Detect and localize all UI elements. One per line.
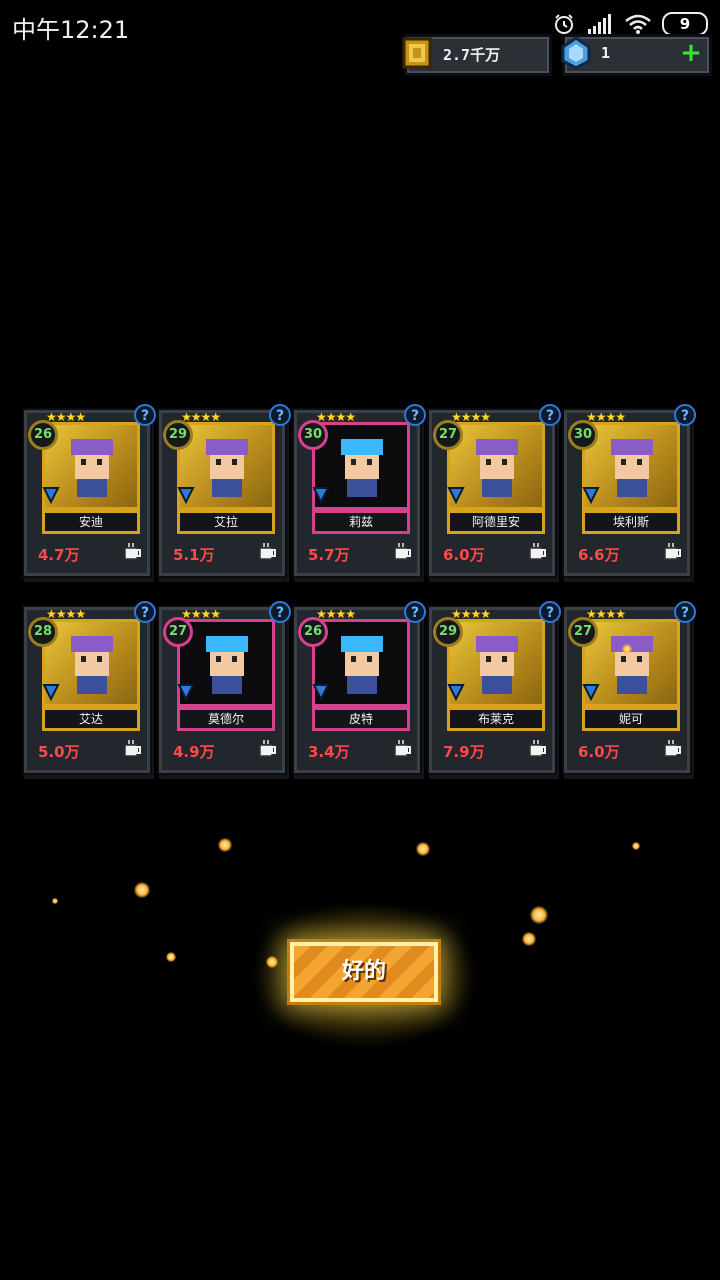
element-icon [42,684,60,701]
ember-particle [134,882,150,898]
battery-indicator: 9 [662,12,708,36]
ok-button[interactable]: 好的 [290,942,438,1002]
hero-name: 布莱克 [447,707,545,731]
hero-name: 阿德里安 [447,510,545,534]
question-mark-icon[interactable]: ? [539,404,561,426]
hero-level-badge: 29 [163,420,193,450]
hero-card[interactable]: ★★★★ 27? 妮可 6.0万 [562,601,696,775]
element-icon [447,684,465,701]
coffee-cup-icon [124,543,141,560]
coffee-cup-icon [394,740,411,757]
add-gems-button[interactable]: + [679,40,703,66]
hero-level-badge: 30 [568,420,598,450]
coffee-cup-icon [664,543,681,560]
coffee-cup-icon [529,740,546,757]
element-icon [582,684,600,701]
element-icon [177,487,195,504]
hero-name: 莫德尔 [177,707,275,731]
hero-card[interactable]: ★★★★ 30? 莉兹 5.7万 [292,404,426,578]
coffee-cup-icon [259,543,276,560]
ember-particle [530,906,548,924]
alarm-icon [555,14,573,34]
question-mark-icon[interactable]: ? [269,601,291,623]
hero-level-badge: 27 [568,617,598,647]
hero-level-badge: 28 [28,617,58,647]
hero-level-badge: 29 [433,617,463,647]
ember-particle [632,842,640,850]
ember-particle [166,952,176,962]
hero-name: 皮特 [312,707,410,731]
gem-icon [561,36,591,70]
element-icon [312,684,330,701]
ember-particle [416,842,430,856]
gold-amount: 2.7千万 [443,46,501,64]
hero-card[interactable]: ★★★★ 29? 艾拉 5.1万 [157,404,291,578]
coffee-cup-icon [394,543,411,560]
question-mark-icon[interactable]: ? [539,601,561,623]
gem-currency-bar: 1 + [561,34,712,76]
hero-name: 安迪 [42,510,140,534]
question-mark-icon[interactable]: ? [674,601,696,623]
ember-particle [52,898,58,904]
question-mark-icon[interactable]: ? [404,404,426,426]
status-time: 中午12:21 [12,16,130,44]
hero-card[interactable]: ★★★★ 29? 布莱克 7.9万 [427,601,561,775]
hero-name: 埃利斯 [582,510,680,534]
element-icon [177,684,195,701]
hero-power: 6.0万 [578,743,620,761]
element-icon [312,487,330,504]
hero-level-badge: 26 [298,617,328,647]
question-mark-icon[interactable]: ? [269,404,291,426]
hero-card[interactable]: ★★★★ 27? 阿德里安 6.0万 [427,404,561,578]
hero-card[interactable]: ★★★★ 28? 艾达 5.0万 [22,601,156,775]
hero-power: 4.7万 [38,546,80,564]
hero-level-badge: 30 [298,420,328,450]
coffee-cup-icon [529,543,546,560]
ember-particle [218,838,232,852]
hero-card[interactable]: ★★★★ 27? 莫德尔 4.9万 [157,601,291,775]
hero-power: 7.9万 [443,743,485,761]
hero-power: 6.6万 [578,546,620,564]
element-icon [42,487,60,504]
coffee-cup-icon [124,740,141,757]
coffee-cup-icon [259,740,276,757]
hero-card[interactable]: ★★★★ 26? 皮特 3.4万 [292,601,426,775]
wifi-icon [625,14,651,34]
hero-level-badge: 26 [28,420,58,450]
hero-power: 5.0万 [38,743,80,761]
hero-name: 艾达 [42,707,140,731]
hero-power: 5.1万 [173,546,215,564]
status-icons: 9 [552,12,708,36]
hero-level-badge: 27 [433,420,463,450]
hero-card[interactable]: ★★★★ 30? 埃利斯 6.6万 [562,404,696,578]
hero-name: 莉兹 [312,510,410,534]
hero-level-badge: 27 [163,617,193,647]
signal-icon [588,14,611,34]
question-mark-icon[interactable]: ? [674,404,696,426]
element-icon [447,487,465,504]
hero-name: 妮可 [582,707,680,731]
hero-power: 5.7万 [308,546,350,564]
gold-coin-icon [402,37,432,69]
question-mark-icon[interactable]: ? [404,601,426,623]
gem-amount: 1 [601,44,611,62]
ember-particle [622,644,632,654]
element-icon [582,487,600,504]
coffee-cup-icon [664,740,681,757]
question-mark-icon[interactable]: ? [134,601,156,623]
ember-particle [522,932,536,946]
hero-power: 3.4万 [308,743,350,761]
hero-power: 4.9万 [173,743,215,761]
hero-name: 艾拉 [177,510,275,534]
hero-power: 6.0万 [443,546,485,564]
gold-currency-bar: 2.7千万 [402,34,552,76]
question-mark-icon[interactable]: ? [134,404,156,426]
hero-card[interactable]: ★★★★ 26? 安迪 4.7万 [22,404,156,578]
